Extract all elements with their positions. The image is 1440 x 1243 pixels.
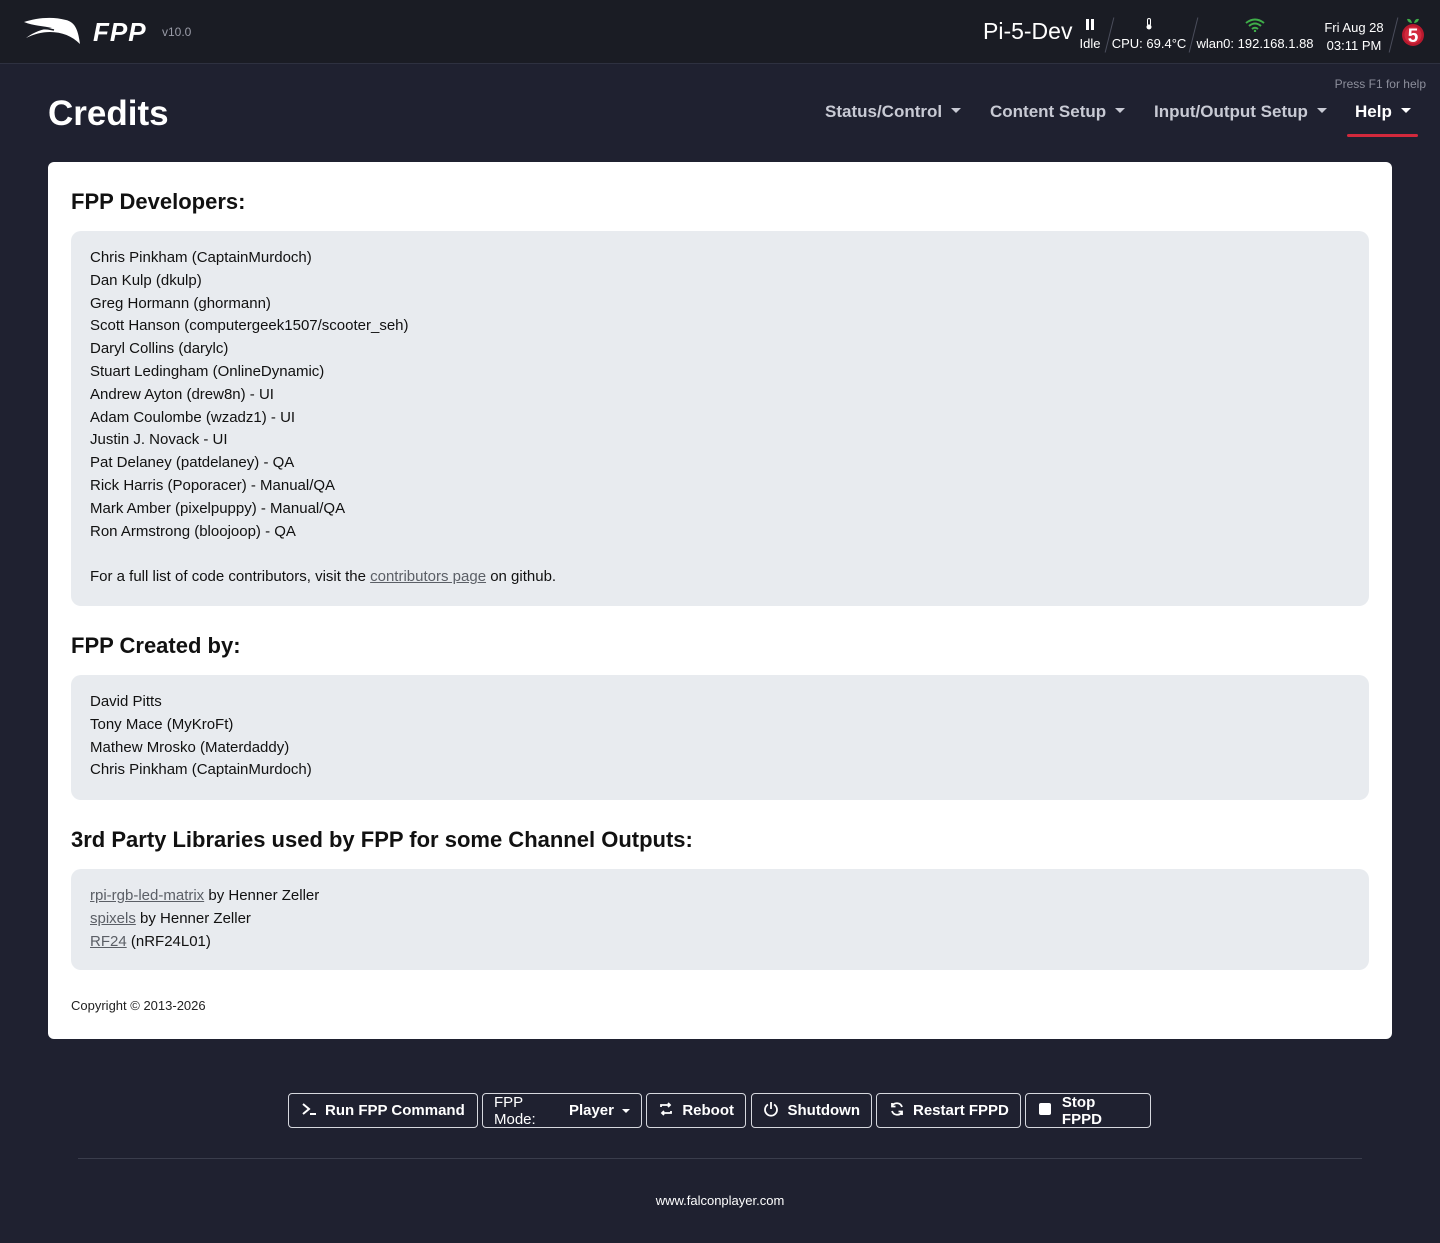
divider: [1388, 17, 1399, 53]
caret-down-icon: [1115, 108, 1126, 113]
developers-box: Chris Pinkham (CaptainMurdoch) Dan Kulp (…: [71, 231, 1369, 606]
player-status[interactable]: Idle: [1078, 18, 1102, 51]
contributors-text: For a full list of code contributors, vi…: [90, 568, 371, 586]
library-author: by Henner Zeller: [204, 887, 320, 904]
contributors-link[interactable]: contributors page: [370, 568, 486, 585]
creator-name: David Pitts: [90, 693, 162, 710]
libraries-title: 3rd Party Libraries used by FPP for some…: [71, 827, 693, 852]
reboot-button[interactable]: Reboot: [646, 1093, 746, 1128]
button-label: Restart FPPD: [913, 1102, 1009, 1119]
footer-website-link[interactable]: www.falconplayer.com: [0, 1193, 1440, 1208]
developer-name: Adam Coulombe (wzadz1) - UI: [90, 408, 296, 426]
developers-title: FPP Developers:: [71, 189, 246, 214]
run-fpp-command-button[interactable]: Run FPP Command: [288, 1093, 478, 1128]
falcon-logo-icon[interactable]: [22, 16, 82, 48]
developer-name: Greg Hormann (ghormann): [90, 294, 271, 312]
button-label: Stop FPPD: [1061, 1093, 1102, 1128]
developer-name: Chris Pinkham (CaptainMurdoch): [90, 249, 312, 266]
hostname: Pi-5-Dev: [983, 18, 1073, 44]
creator-name: Mathew Mrosko (Materdaddy): [90, 738, 290, 756]
contributors-note: For a full list of code contributors, vi…: [90, 566, 1350, 589]
stop-icon: [1037, 1102, 1054, 1120]
page-title: Credits: [48, 94, 169, 133]
nav-label: Status/Control: [825, 102, 943, 121]
thermometer-icon: [1111, 18, 1187, 34]
brand-name[interactable]: FPP: [93, 17, 147, 48]
creators-box: David Pitts Tony Mace (MyKroFt) Mathew Mro…: [71, 675, 1369, 800]
top-bar: FPP v10.0 Pi-5-Dev Idle CPU: 69.4°C wlan…: [0, 0, 1440, 64]
nav-label: Input/Output Setup: [1154, 102, 1308, 121]
repeat-icon: [658, 1101, 674, 1121]
developers-list: Chris Pinkham (CaptainMurdoch) Dan Kulp (…: [90, 247, 1350, 543]
fpp-mode-dropdown[interactable]: FPP Mode: Player: [482, 1093, 642, 1128]
shutdown-button[interactable]: Shutdown: [751, 1093, 872, 1128]
developer-name: Andrew Ayton (drew8n) - UI: [90, 385, 274, 403]
button-label: Reboot: [682, 1102, 734, 1119]
creator-name: Chris Pinkham (CaptainMurdoch): [90, 761, 312, 779]
library-author: (nRF24L01): [126, 932, 211, 950]
caret-down-icon: [951, 108, 962, 113]
date-time: Fri Aug 28 03:11 PM: [1318, 19, 1390, 55]
library-item: spixels by Henner Zeller: [90, 908, 1350, 931]
nav-status-control[interactable]: Status/Control: [825, 102, 962, 122]
developer-name: Ron Armstrong (bloojoop) - QA: [90, 522, 296, 540]
developer-name: Pat Delaney (patdelaney) - QA: [90, 454, 295, 472]
nav-label: Help: [1355, 102, 1392, 121]
developer-name: Stuart Ledingham (OnlineDynamic): [90, 362, 325, 380]
restart-fppd-button[interactable]: Restart FPPD: [876, 1093, 1021, 1128]
creators-title: FPP Created by:: [71, 633, 241, 658]
library-item: rpi-rgb-led-matrix by Henner Zeller: [90, 885, 1350, 908]
libraries-box: rpi-rgb-led-matrix by Henner Zeller spixe…: [71, 869, 1369, 970]
active-nav-indicator: [1347, 134, 1418, 137]
refresh-icon: [888, 1101, 905, 1121]
stop-fppd-button[interactable]: Stop FPPD: [1025, 1093, 1151, 1128]
libraries-list: rpi-rgb-led-matrix by Henner Zeller spixe…: [90, 885, 1350, 953]
library-link[interactable]: RF24: [90, 933, 127, 950]
developer-name: Rick Harris (Poporacer) - Manual/QA: [90, 476, 336, 494]
nav-input-output-setup[interactable]: Input/Output Setup: [1154, 102, 1327, 122]
developer-name: Daryl Collins (darylc): [90, 340, 229, 358]
library-link[interactable]: rpi-rgb-led-matrix: [90, 887, 204, 904]
creator-name: Tony Mace (MyKroFt): [90, 715, 234, 733]
developer-name: Mark Amber (pixelpuppy) - Manual/QA: [90, 499, 346, 517]
caret-down-icon: [1316, 108, 1327, 113]
credits-card: FPP Developers: Chris Pinkham (CaptainMu…: [48, 162, 1392, 1039]
button-label: Shutdown: [787, 1102, 860, 1119]
mode-value: Player: [568, 1102, 614, 1119]
nav-content-setup[interactable]: Content Setup: [990, 102, 1126, 122]
cpu-temp[interactable]: CPU: 69.4°C: [1111, 18, 1187, 51]
library-link[interactable]: spixels: [90, 910, 136, 927]
caret-down-icon: [1400, 108, 1411, 113]
nav-label: Content Setup: [990, 102, 1107, 121]
creators-list: David Pitts Tony Mace (MyKroFt) Mathew Mro…: [90, 691, 1350, 782]
button-label: Run FPP Command: [325, 1102, 465, 1119]
pi-model-number: 5: [1408, 26, 1419, 47]
pause-icon: [1078, 18, 1102, 34]
developer-name: Dan Kulp (dkulp): [90, 271, 202, 289]
copyright: Copyright © 2013-2026: [71, 998, 206, 1013]
raspberry-pi-icon[interactable]: 5: [1399, 16, 1427, 48]
network-text: wlan0: 192.168.1.88: [1196, 36, 1314, 51]
time-text: 03:11 PM: [1326, 38, 1382, 53]
contributors-suffix: on github.: [486, 568, 557, 586]
footer-divider: [78, 1158, 1362, 1159]
cpu-temp-text: CPU: 69.4°C: [1111, 36, 1187, 51]
developer-name: Scott Hanson (computergeek1507/scooter_s…: [90, 317, 409, 335]
library-author: by Henner Zeller: [135, 909, 251, 927]
network-status[interactable]: wlan0: 192.168.1.88: [1196, 18, 1314, 51]
date-text: Fri Aug 28: [1324, 20, 1384, 35]
nav-help[interactable]: Help: [1355, 102, 1411, 122]
mode-prefix: FPP Mode:: [494, 1093, 536, 1128]
version-label: v10.0: [162, 25, 192, 39]
library-item: RF24 (nRF24L01): [90, 931, 1350, 954]
terminal-icon: [300, 1102, 317, 1120]
status-text: Idle: [1079, 36, 1101, 51]
power-icon: [763, 1101, 780, 1121]
wifi-icon: [1196, 18, 1314, 34]
developer-name: Justin J. Novack - UI: [90, 431, 228, 449]
help-hint: Press F1 for help: [1334, 77, 1426, 91]
caret-down-icon: [622, 1108, 630, 1113]
